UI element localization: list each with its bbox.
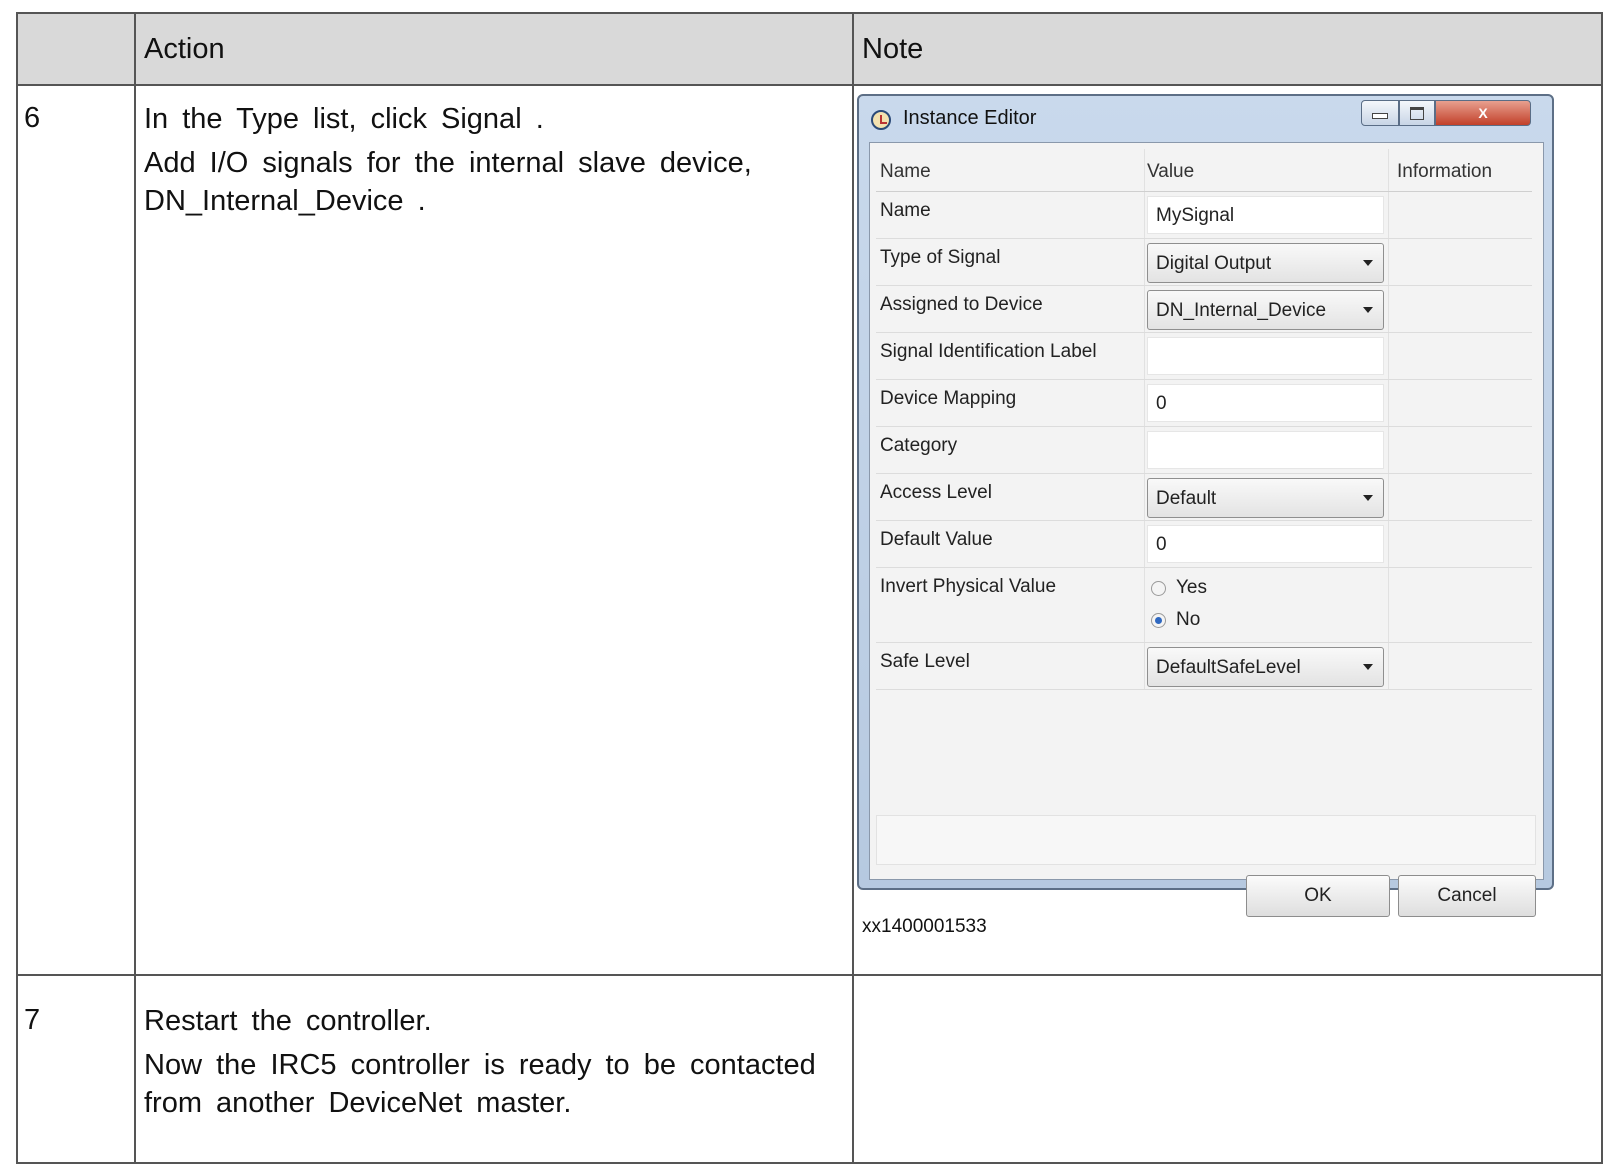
radio-no[interactable]: No [1147,604,1384,636]
dropdown-value: DN_Internal_Device [1156,300,1327,321]
signal-identification-label-input[interactable] [1147,337,1384,375]
grid-row-type-of-signal: Type of Signal Digital Output [876,239,1532,286]
action-text: Add I/O signals for the internal slave d… [144,147,752,217]
information-cell [1389,474,1532,520]
radio-button-unchecked[interactable] [1151,580,1166,596]
assigned-to-device-dropdown[interactable]: DN_Internal_Device [1147,290,1384,330]
figure-caption: xx1400001533 [862,916,987,937]
header-note-label: Note [862,32,924,65]
step-number: 6 [24,102,41,134]
information-cell [1389,521,1532,567]
property-label: Access Level [876,474,1145,520]
chevron-down-icon [1363,664,1373,670]
dropdown-value: DefaultSafeLevel [1156,657,1301,678]
grid-row-assigned-to-device: Assigned to Device DN_Internal_Device [876,286,1532,333]
dropdown-value: Default [1156,488,1217,509]
header-action: Action [134,12,854,86]
property-label: Default Value [876,521,1145,567]
action-text: Now the IRC5 controller is ready to be c… [144,1049,816,1119]
procedure-table: Action Note 6 In the Type list, click Si… [16,12,1603,1164]
title-bar[interactable]: Instance Editor X [859,96,1552,144]
app-icon [871,110,891,130]
action-cell: Restart the controller. Now the IRC5 con… [134,974,854,1164]
category-input[interactable] [1147,431,1384,469]
grid-row-name: Name MySignal [876,192,1532,239]
grid-row-safe-level: Safe Level DefaultSafeLevel [876,643,1532,690]
table-row: 7 Restart the controller. Now the IRC5 c… [16,974,1603,1164]
property-grid: Name Value Information Name MySignal Typ… [876,149,1532,690]
dialog-body: Name Value Information Name MySignal Typ… [869,142,1544,917]
window-title: Instance Editor [903,107,1037,129]
grid-row-default-value: Default Value 0 [876,521,1532,568]
step-cell: 6 [16,84,136,976]
grid-row-device-mapping: Device Mapping 0 [876,380,1532,427]
name-input[interactable]: MySignal [1147,196,1384,234]
chevron-down-icon [1363,307,1373,313]
safe-level-dropdown[interactable]: DefaultSafeLevel [1147,647,1384,687]
information-cell [1389,333,1532,379]
dropdown-value: Digital Output [1156,253,1272,274]
column-header-information[interactable]: Information [1389,149,1532,191]
action-cell: In the Type list, click Signal . Add I/O… [134,84,854,976]
default-value-input[interactable]: 0 [1147,525,1384,563]
note-cell: Instance Editor X Name Value Information [852,84,1603,976]
close-icon: X [1478,105,1488,121]
property-label: Assigned to Device [876,286,1145,332]
device-mapping-input[interactable]: 0 [1147,384,1384,422]
step-cell: 7 [16,974,136,1164]
action-text: In the Type list, click Signal . [144,103,544,135]
property-label: Type of Signal [876,239,1145,285]
step-number: 7 [24,1004,41,1036]
information-cell [1389,568,1532,642]
chevron-down-icon [1363,495,1373,501]
table-header-row: Action Note [16,12,1603,86]
action-text: Restart the controller. [144,1005,432,1037]
property-label: Category [876,427,1145,473]
radio-label: Yes [1176,577,1207,598]
property-label: Signal Identification Label [876,333,1145,379]
information-cell [1389,427,1532,473]
chevron-down-icon [1363,260,1373,266]
column-header-value[interactable]: Value [1145,149,1389,191]
information-cell [1389,192,1532,238]
radio-label: No [1176,609,1201,630]
information-cell [1389,380,1532,426]
access-level-dropdown[interactable]: Default [1147,478,1384,518]
maximize-button[interactable] [1399,100,1435,126]
note-cell [852,974,1603,1164]
column-header-name[interactable]: Name [876,149,1145,191]
type-of-signal-dropdown[interactable]: Digital Output [1147,243,1384,283]
property-label: Safe Level [876,643,1145,689]
close-button[interactable]: X [1435,100,1531,126]
property-label: Name [876,192,1145,238]
grid-row-access-level: Access Level Default [876,474,1532,521]
grid-row-invert-physical-value: Invert Physical Value Yes No [876,568,1532,643]
radio-button-checked[interactable] [1151,612,1166,628]
minimize-button[interactable] [1361,100,1399,126]
grid-header: Name Value Information [876,149,1532,192]
information-cell [1389,643,1532,689]
instance-editor-window: Instance Editor X Name Value Information [857,94,1554,917]
property-label: Invert Physical Value [876,568,1145,642]
information-cell [1389,286,1532,332]
property-label: Device Mapping [876,380,1145,426]
grid-row-category: Category [876,427,1532,474]
header-note: Note [852,12,1603,86]
header-action-label: Action [144,32,225,65]
grid-row-signal-identification-label: Signal Identification Label [876,333,1532,380]
maximize-icon [1410,106,1424,120]
radio-yes[interactable]: Yes [1147,572,1384,604]
header-step [16,12,136,86]
minimize-icon [1372,113,1388,119]
description-panel [876,815,1536,865]
cancel-button[interactable]: Cancel [1398,875,1536,917]
table-row: 6 In the Type list, click Signal . Add I… [16,84,1603,976]
information-cell [1389,239,1532,285]
ok-button[interactable]: OK [1246,875,1390,917]
